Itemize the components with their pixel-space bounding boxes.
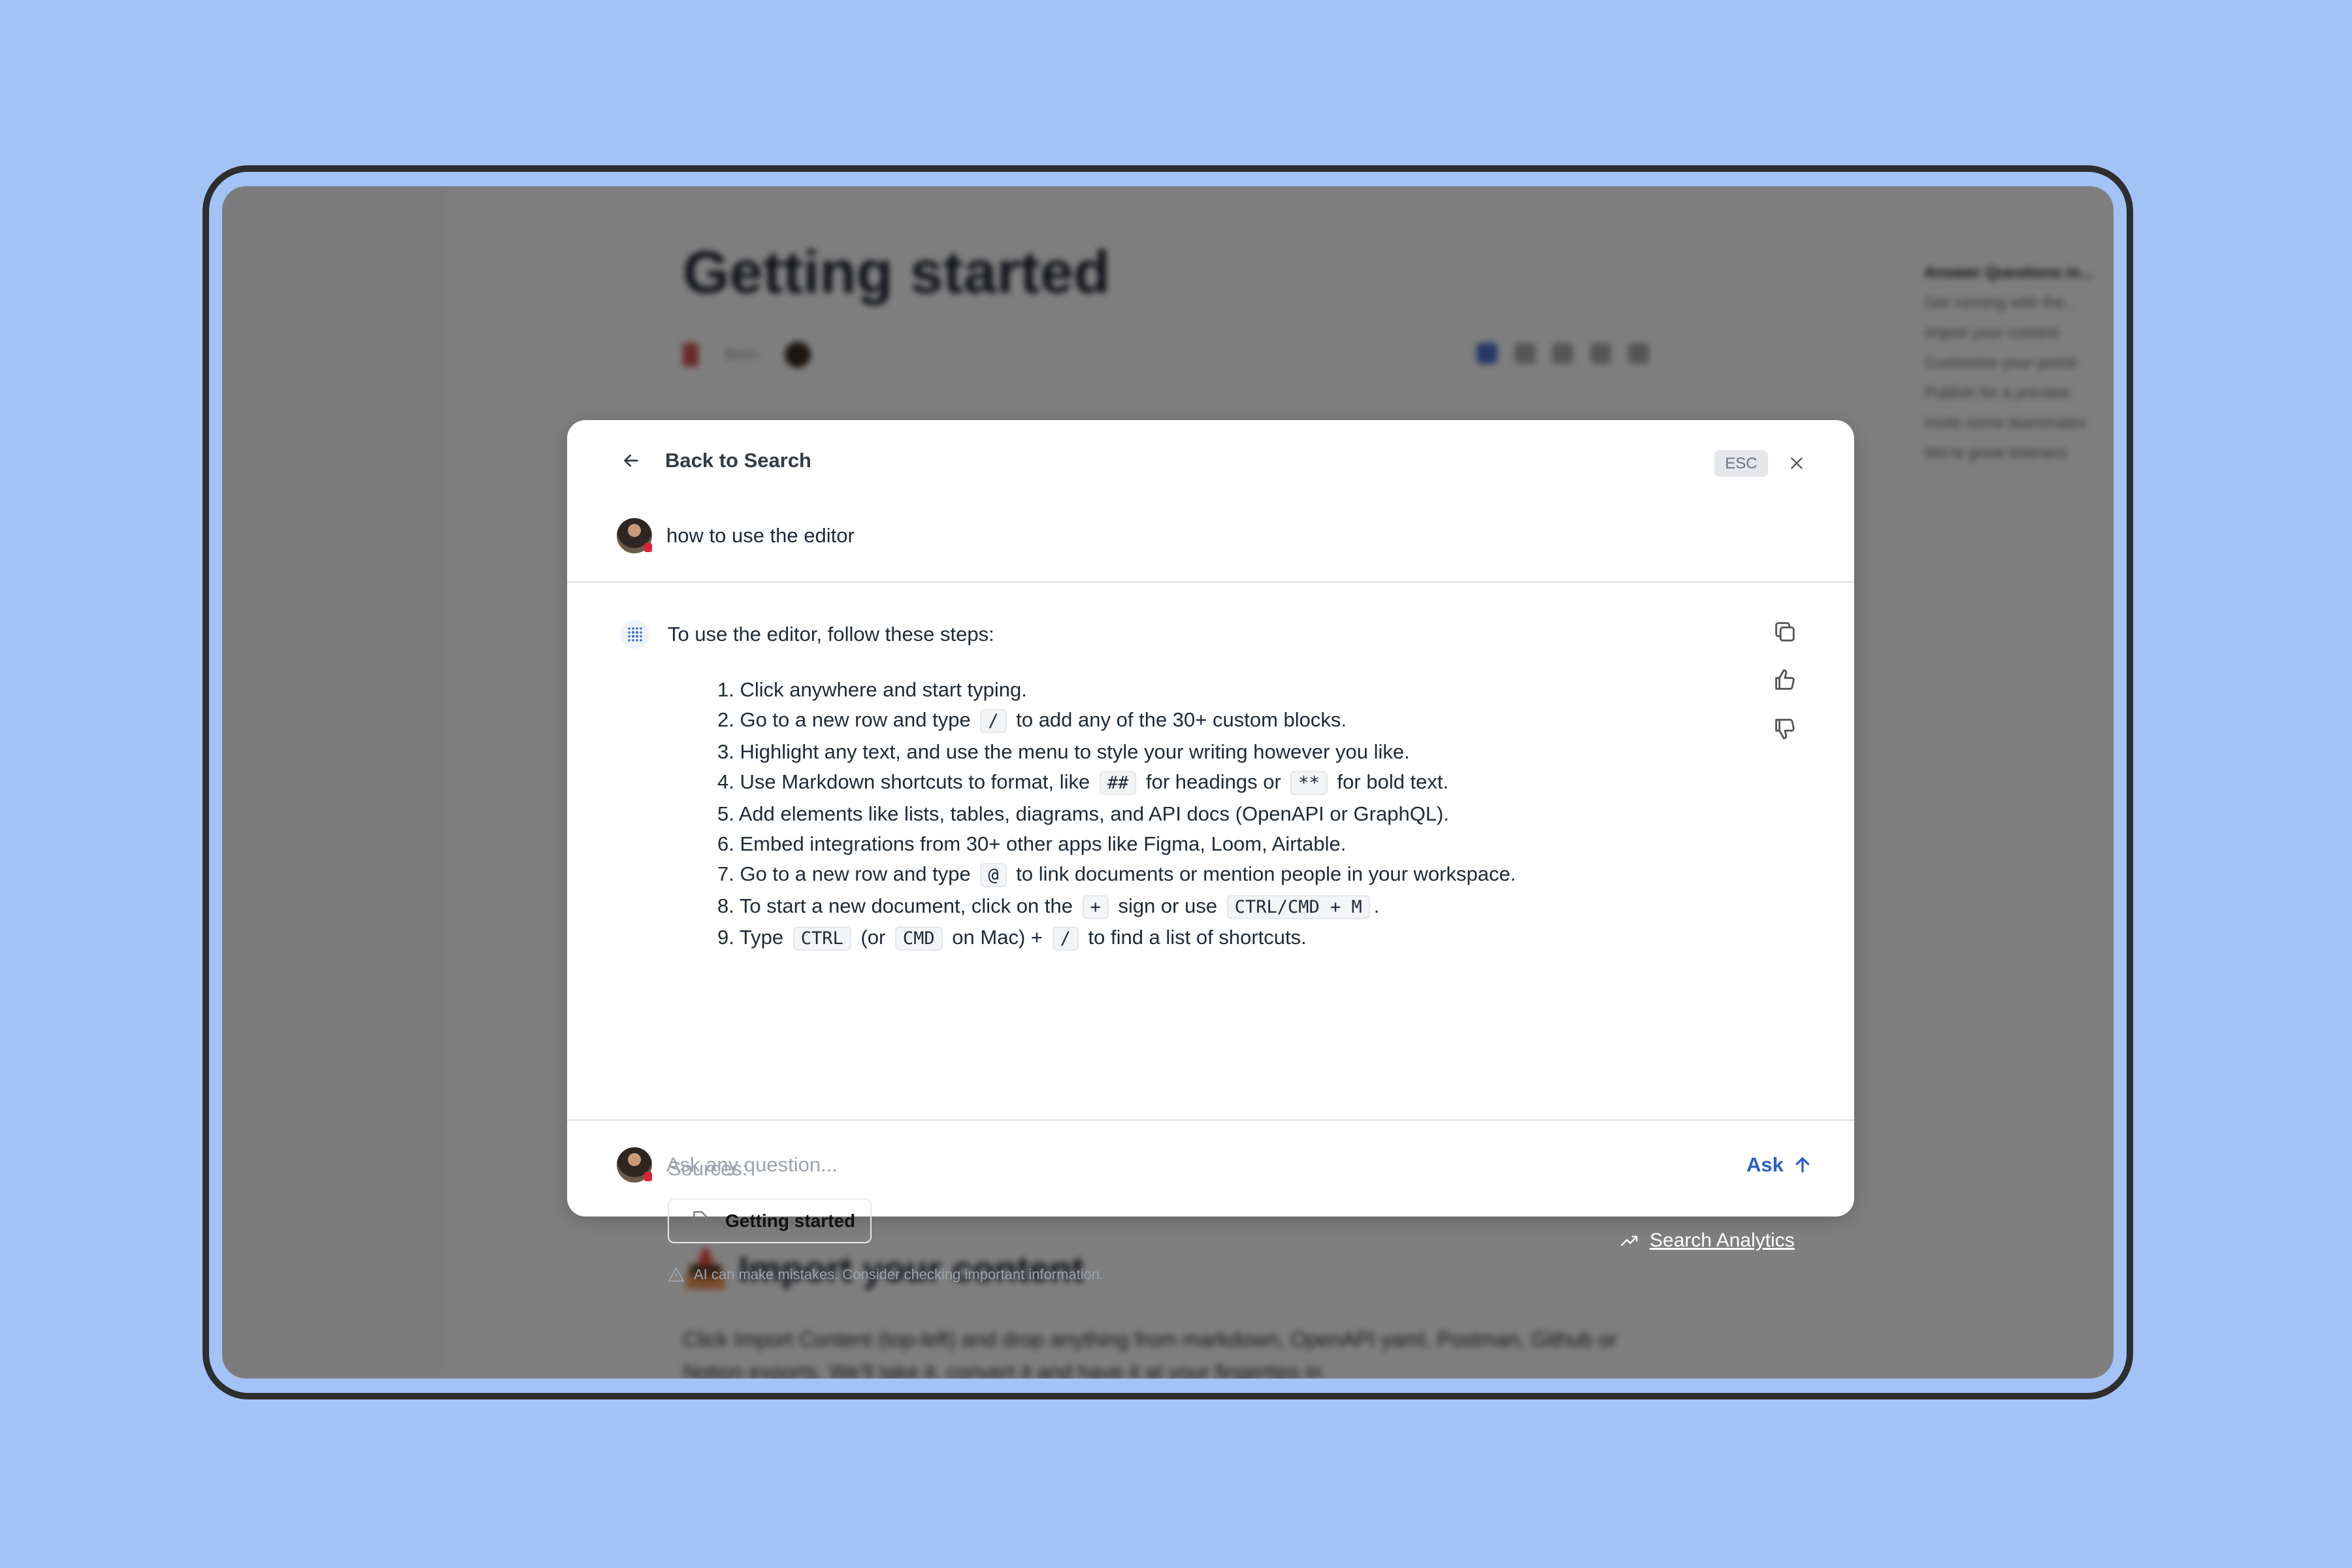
- esc-badge: ESC: [1714, 450, 1768, 477]
- step-item: 2. Go to a new row and type / to add any…: [717, 705, 1516, 736]
- shortcut-code: /: [1052, 926, 1079, 951]
- back-to-search-button[interactable]: Back to Search: [621, 449, 811, 472]
- avatar: [617, 518, 652, 553]
- step-text: (or: [855, 926, 891, 949]
- ai-answer-modal: Back to Search ESC how to use the editor…: [567, 420, 1854, 1282]
- shortcut-code: /: [980, 709, 1007, 734]
- step-text: 9. Type: [717, 926, 789, 949]
- step-item: 8. To start a new document, click on the…: [717, 891, 1516, 923]
- ask-button[interactable]: Ask: [1746, 1153, 1812, 1177]
- thumbs-down-icon[interactable]: [1772, 715, 1798, 742]
- shortcut-code: CTRL/CMD + M: [1226, 894, 1370, 919]
- divider: [567, 1119, 1854, 1121]
- step-text: 8. To start a new document, click on the: [717, 894, 1079, 917]
- step-text: for headings or: [1140, 770, 1287, 794]
- step-item: 7. Go to a new row and type @ to link do…: [717, 859, 1516, 890]
- step-text: 6. Embed integrations from 30+ other app…: [717, 832, 1347, 856]
- shortcut-code: CMD: [894, 926, 943, 951]
- trending-up-icon: [1620, 1235, 1638, 1247]
- step-text: 4. Use Markdown shortcuts to format, lik…: [717, 770, 1096, 794]
- arrow-up-icon: [1795, 1156, 1810, 1173]
- step-item: 3. Highlight any text, and use the menu …: [717, 737, 1516, 767]
- user-query: how to use the editor: [617, 518, 855, 553]
- ai-sparkle-icon: [621, 620, 649, 649]
- step-text: to link documents or mention people in y…: [1010, 862, 1516, 886]
- step-text: 5. Add elements like lists, tables, diag…: [717, 802, 1449, 825]
- step-item: 6. Embed integrations from 30+ other app…: [717, 829, 1516, 859]
- step-item: 1. Click anywhere and start typing.: [717, 675, 1516, 705]
- ask-label: Ask: [1746, 1153, 1784, 1176]
- disclaimer-text: AI can make mistakes. Consider checking …: [694, 1266, 1104, 1282]
- step-text: 7. Go to a new row and type: [717, 862, 977, 886]
- step-text: 3. Highlight any text, and use the menu …: [717, 740, 1410, 763]
- search-analytics-link[interactable]: Search Analytics: [1617, 1230, 1795, 1252]
- step-text: 1. Click anywhere and start typing.: [717, 678, 1027, 701]
- shortcut-code: **: [1290, 771, 1328, 796]
- divider: [567, 581, 1854, 583]
- steps-list: 1. Click anywhere and start typing. 2. Go…: [717, 675, 1516, 955]
- source-chip[interactable]: Getting started: [668, 1198, 872, 1243]
- close-button[interactable]: [1784, 450, 1810, 476]
- query-text: how to use the editor: [666, 524, 855, 547]
- step-text: .: [1373, 894, 1380, 917]
- answer-actions: [1772, 619, 1798, 742]
- step-text: 2. Go to a new row and type: [717, 708, 977, 732]
- step-text: to add any of the 30+ custom blocks.: [1010, 708, 1347, 732]
- avatar: [617, 1147, 652, 1183]
- step-text: for bold text.: [1331, 770, 1449, 794]
- disclaimer: AI can make mistakes. Consider checking …: [668, 1266, 1103, 1283]
- answer-intro: To use the editor, follow these steps:: [668, 623, 994, 645]
- step-text: on Mac) +: [946, 926, 1049, 949]
- warning-icon: [668, 1267, 685, 1282]
- step-item: 4. Use Markdown shortcuts to format, lik…: [717, 767, 1516, 798]
- shortcut-code: CTRL: [792, 926, 851, 951]
- ask-bar: Ask: [617, 1147, 1812, 1183]
- ask-input[interactable]: [666, 1153, 1733, 1177]
- close-icon: [1791, 457, 1803, 469]
- shortcut-code: +: [1082, 894, 1109, 919]
- shortcut-code: @: [980, 863, 1007, 888]
- shortcut-code: ##: [1099, 771, 1137, 796]
- source-title: Getting started: [725, 1210, 856, 1231]
- copy-icon[interactable]: [1772, 619, 1798, 645]
- back-label: Back to Search: [665, 449, 811, 472]
- step-item: 9. Type CTRL (or CMD on Mac) + / to find…: [717, 923, 1516, 954]
- document-search-icon: [693, 1211, 708, 1231]
- step-text: to find a list of shortcuts.: [1082, 926, 1307, 949]
- search-analytics-label: Search Analytics: [1650, 1230, 1795, 1251]
- thumbs-up-icon[interactable]: [1772, 667, 1798, 693]
- step-item: 5. Add elements like lists, tables, diag…: [717, 799, 1516, 829]
- arrow-left-icon: [623, 454, 638, 467]
- step-text: sign or use: [1112, 894, 1223, 917]
